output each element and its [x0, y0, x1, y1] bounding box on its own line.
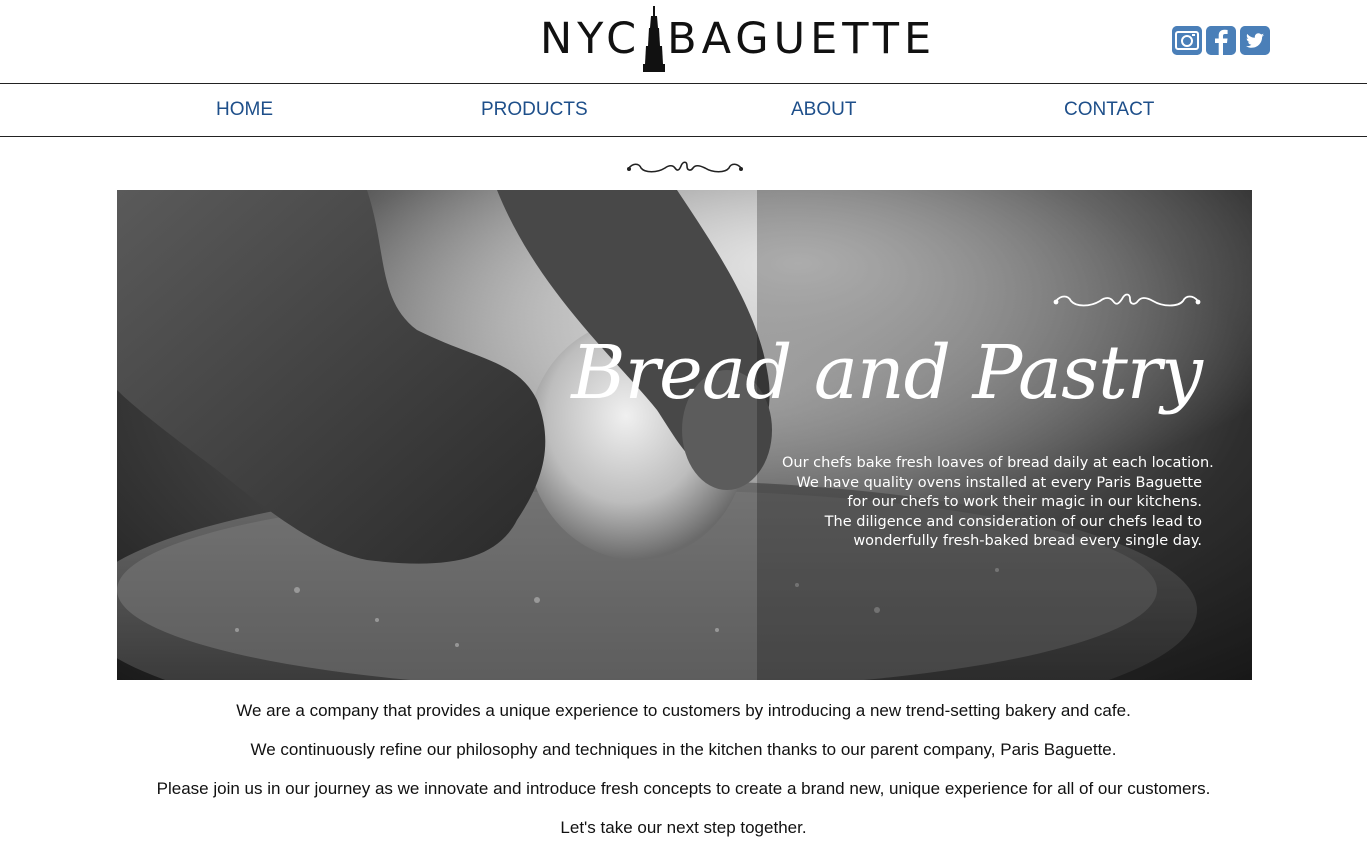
nav-item-contact[interactable]: CONTACT	[1064, 84, 1154, 136]
twitter-icon[interactable]	[1240, 26, 1270, 55]
nav-item-home[interactable]: HOME	[216, 84, 273, 136]
nav-item-about[interactable]: ABOUT	[791, 84, 856, 136]
hero-description: Our chefs bake fresh loaves of bread dai…	[782, 454, 1214, 552]
hero-line: The diligence and consideration of our c…	[824, 513, 1202, 530]
intro-paragraph: Please join us in our journey as we inno…	[156, 779, 1211, 798]
instagram-icon[interactable]	[1172, 26, 1202, 55]
intro-paragraph: We continuously refine our philosophy an…	[250, 740, 1117, 759]
hero-banner: Bread and Pastry Our chefs bake fresh lo…	[117, 190, 1252, 680]
intro-paragraph: We are a company that provides a unique …	[236, 701, 1131, 720]
intro-section: We are a company that provides a unique …	[0, 700, 1367, 856]
bread-dough-photo	[117, 190, 1252, 680]
hero-line: We have quality ovens installed at every…	[796, 474, 1202, 491]
logo-text-nyc: NYC	[540, 14, 642, 64]
facebook-icon[interactable]	[1206, 26, 1236, 55]
social-links	[1172, 26, 1270, 55]
nav-item-products[interactable]: PRODUCTS	[481, 84, 588, 136]
hero-line: wonderfully fresh-baked bread every sing…	[853, 533, 1202, 549]
intro-paragraph: Let's take our next step together.	[560, 818, 807, 837]
hero-line: for our chefs to work their magic in our…	[847, 494, 1202, 510]
empire-state-building-icon	[643, 6, 666, 72]
main-nav: HOME PRODUCTS ABOUT CONTACT	[0, 83, 1367, 137]
site-logo[interactable]: NYC BAGUETTE	[540, 6, 936, 72]
hero-title: Bread and Pastry	[571, 330, 1203, 416]
hero-line: Our chefs bake fresh loaves of bread dai…	[782, 455, 1214, 471]
hero-ornament-icon	[1053, 293, 1201, 307]
site-header: NYC BAGUETTE	[0, 0, 1367, 83]
ornament-divider	[627, 161, 743, 173]
logo-text-baguette: BAGUETTE	[667, 14, 937, 64]
